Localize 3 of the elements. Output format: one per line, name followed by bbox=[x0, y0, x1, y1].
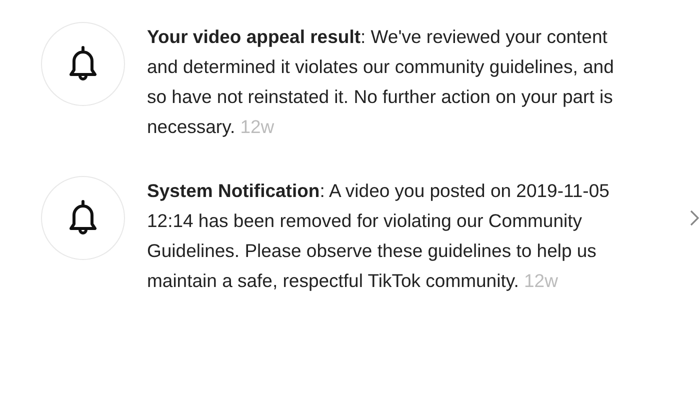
notification-text: System Notification: A video you posted on 2019-11-05 12:14 has been removed for violating our Community Guidelines. Please observe these guidelines to help us maintain a safe, respectful TikTok community. 12w bbox=[147, 179, 610, 293]
notification-text: Your video appeal result: We've reviewed your content and determined it violates our community guidelines, and so have not reinstated it. No further action on your part is necessary. 12w bbox=[147, 25, 615, 139]
chevron-right-icon[interactable] bbox=[690, 210, 700, 226]
